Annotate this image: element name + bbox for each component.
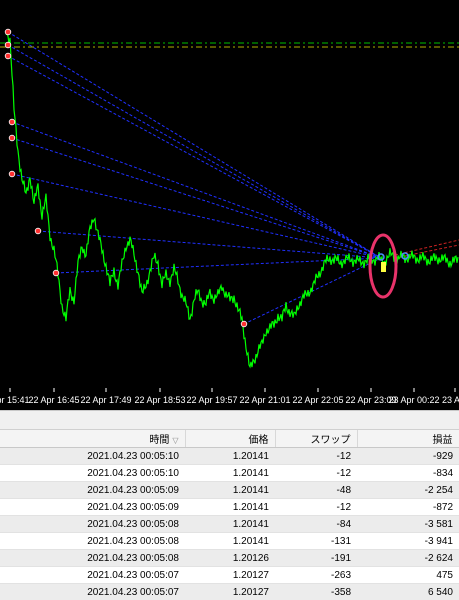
price-chart[interactable]: Apr 15:4122 Apr 16:4522 Apr 17:4922 Apr …: [0, 0, 459, 410]
cell-price: 1.20141: [185, 447, 275, 465]
table-row[interactable]: 2021.04.23 00:05:10 1.20141 -12 -834: [0, 464, 459, 482]
cell-time: 2021.04.23 00:05:09: [0, 498, 185, 516]
cell-swap: -131: [275, 532, 357, 550]
position-marker: [381, 262, 386, 272]
trade-marker: [4, 52, 12, 60]
trade-line: [7, 31, 382, 259]
cell-profit: -3 941: [357, 532, 459, 550]
cell-swap: -12: [275, 498, 357, 516]
cell-profit: 6 540: [357, 583, 459, 600]
trade-marker: [8, 170, 16, 178]
price-line: [5, 32, 459, 369]
time-axis-label: 22 Apr 17:49: [80, 395, 132, 405]
trade-marker: [34, 227, 42, 235]
time-axis-label: 22 Apr 16:45: [28, 395, 80, 405]
trade-marker: [8, 134, 16, 142]
time-axis-label: 23 Apr 00:22: [388, 395, 440, 405]
cell-swap: -12: [275, 464, 357, 482]
sort-icon: ▽: [172, 436, 179, 445]
table-row[interactable]: 2021.04.23 00:05:09 1.20141 -12 -872: [0, 498, 459, 516]
trade-line: [7, 44, 382, 259]
column-header-price[interactable]: 価格: [185, 430, 276, 448]
cell-price: 1.20141: [185, 481, 275, 499]
trade-line: [37, 230, 382, 259]
cell-time: 2021.04.23 00:05:08: [0, 549, 185, 567]
cell-time: 2021.04.23 00:05:09: [0, 481, 185, 499]
trade-line: [11, 121, 382, 259]
cell-profit: -834: [357, 464, 459, 482]
cell-profit: -2 254: [357, 481, 459, 499]
column-header-swap[interactable]: スワップ: [275, 430, 358, 448]
trade-line: [11, 173, 382, 259]
time-axis-label: 22 Apr 18:53: [134, 395, 186, 405]
cell-profit: -3 581: [357, 515, 459, 533]
cell-swap: -263: [275, 566, 357, 584]
table-row[interactable]: 2021.04.23 00:05:08 1.20126 -191 -2 624: [0, 549, 459, 567]
cell-time: 2021.04.23 00:05:08: [0, 515, 185, 533]
cell-price: 1.20141: [185, 532, 275, 550]
cell-price: 1.20141: [185, 464, 275, 482]
trade-lines: [7, 31, 382, 325]
column-header-profit[interactable]: 損益: [357, 430, 459, 448]
chart-canvas[interactable]: [0, 0, 459, 410]
cell-price: 1.20127: [185, 566, 275, 584]
trade-line: [7, 55, 382, 259]
table-row[interactable]: 2021.04.23 00:05:10 1.20141 -12 -929: [0, 447, 459, 465]
cell-price: 1.20126: [185, 549, 275, 567]
trade-marker: [52, 269, 60, 277]
cell-price: 1.20141: [185, 498, 275, 516]
cell-swap: -358: [275, 583, 357, 600]
cell-profit: -929: [357, 447, 459, 465]
table-row[interactable]: 2021.04.23 00:05:09 1.20141 -48 -2 254: [0, 481, 459, 499]
table-row[interactable]: 2021.04.23 00:05:08 1.20141 -131 -3 941: [0, 532, 459, 550]
cell-swap: -84: [275, 515, 357, 533]
cell-time: 2021.04.23 00:05:10: [0, 464, 185, 482]
time-axis-label: 23 Apr: [441, 395, 459, 405]
cell-time: 2021.04.23 00:05:10: [0, 447, 185, 465]
cell-time: 2021.04.23 00:05:07: [0, 566, 185, 584]
trade-marker: [240, 320, 248, 328]
time-axis-label: Apr 15:41: [0, 395, 30, 405]
trade-line: [11, 137, 382, 259]
cell-profit: -2 624: [357, 549, 459, 567]
table-row[interactable]: 2021.04.23 00:05:07 1.20127 -263 475: [0, 566, 459, 584]
table-body: 2021.04.23 00:05:10 1.20141 -12 -929 2021.04…: [0, 447, 459, 600]
trade-marker: [8, 118, 16, 126]
column-header-time[interactable]: 時間 ▽: [0, 430, 186, 448]
cell-swap: -12: [275, 447, 357, 465]
cell-profit: 475: [357, 566, 459, 584]
time-axis-label: 22 Apr 19:57: [186, 395, 238, 405]
cell-profit: -872: [357, 498, 459, 516]
cell-time: 2021.04.23 00:05:08: [0, 532, 185, 550]
table-row[interactable]: 2021.04.23 00:05:07 1.20127 -358 6 540: [0, 583, 459, 600]
time-axis-label: 22 Apr 22:05: [292, 395, 344, 405]
panel-splitter[interactable]: [0, 410, 459, 430]
cell-time: 2021.04.23 00:05:07: [0, 583, 185, 600]
cell-swap: -48: [275, 481, 357, 499]
cell-price: 1.20127: [185, 583, 275, 600]
cell-price: 1.20141: [185, 515, 275, 533]
trade-marker: [4, 41, 12, 49]
table-header: 時間 ▽ 価格 スワップ 損益: [0, 430, 459, 448]
table-row[interactable]: 2021.04.23 00:05:08 1.20141 -84 -3 581: [0, 515, 459, 533]
trade-history-table[interactable]: 時間 ▽ 価格 スワップ 損益 2021.04.23 00:05:10 1.2014…: [0, 430, 459, 600]
time-axis-ticks: [9, 388, 456, 392]
time-axis-label: 22 Apr 21:01: [239, 395, 291, 405]
cell-swap: -191: [275, 549, 357, 567]
trade-marker: [4, 28, 12, 36]
